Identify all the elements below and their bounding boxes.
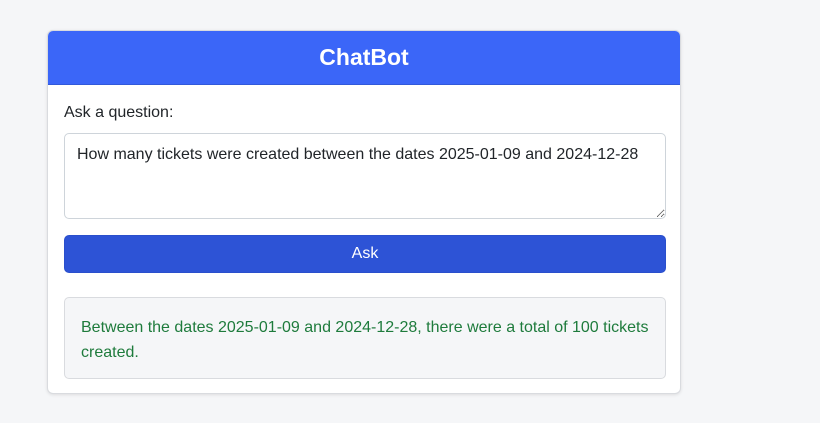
- answer-box: Between the dates 2025-01-09 and 2024-12…: [64, 297, 666, 379]
- chatbot-card: ChatBot Ask a question: How many tickets…: [47, 30, 681, 394]
- chatbot-header: ChatBot: [48, 31, 680, 85]
- page-title: ChatBot: [319, 44, 409, 70]
- answer-text: Between the dates 2025-01-09 and 2024-12…: [81, 319, 649, 361]
- question-input[interactable]: How many tickets were created between th…: [64, 133, 666, 219]
- question-label: Ask a question:: [64, 104, 174, 121]
- ask-button[interactable]: Ask: [64, 235, 666, 273]
